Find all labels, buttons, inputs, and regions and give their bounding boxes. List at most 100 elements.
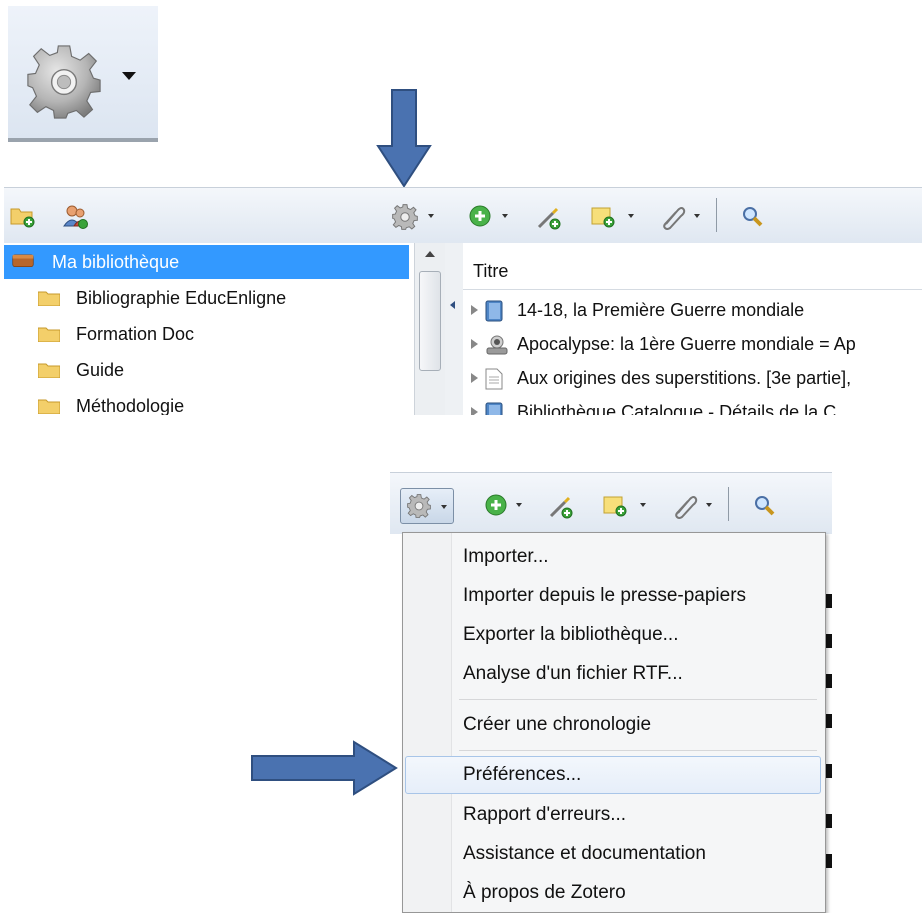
document-icon xyxy=(485,368,503,390)
gear-button-zoomed[interactable] xyxy=(8,6,158,142)
menu-item-rtf-scan[interactable]: Analyse d'un fichier RTF... xyxy=(405,655,821,693)
menu-item-label: Créer une chronologie xyxy=(463,714,652,735)
folder-icon xyxy=(38,399,60,414)
collection-label: Ma bibliothèque xyxy=(52,252,180,272)
scrollbar-thumb[interactable] xyxy=(419,271,441,371)
column-header-title[interactable]: Titre xyxy=(463,253,922,290)
collection-label: Méthodologie xyxy=(76,396,185,415)
new-item-icon[interactable] xyxy=(484,493,508,517)
collection-item[interactable]: Bibliographie EducEnligne xyxy=(4,281,409,315)
menu-item-label: Assistance et documentation xyxy=(463,843,706,864)
menu-item-support-docs[interactable]: Assistance et documentation xyxy=(405,835,821,873)
new-group-icon[interactable] xyxy=(62,204,90,230)
expand-twisty-icon[interactable] xyxy=(471,407,478,415)
collection-item[interactable]: Méthodologie xyxy=(4,389,409,415)
video-icon xyxy=(486,335,508,355)
menu-item-label: Préférences... xyxy=(463,764,582,785)
chevron-down-icon xyxy=(122,72,136,80)
menu-separator xyxy=(459,750,817,751)
background-glyph xyxy=(826,764,832,778)
background-glyph xyxy=(826,634,832,648)
background-glyph xyxy=(826,854,832,868)
menu-item-label: Rapport d'erreurs... xyxy=(463,804,627,825)
new-note-icon[interactable] xyxy=(590,204,616,228)
toolbar xyxy=(4,187,922,245)
menu-item-label: Exporter la bibliothèque... xyxy=(463,624,679,645)
item-row[interactable]: Bibliothèque Catalogue - Détails de la C xyxy=(463,395,922,415)
expand-twisty-icon[interactable] xyxy=(471,339,478,349)
chevron-down-icon xyxy=(706,503,712,507)
background-glyph xyxy=(826,714,832,728)
collapse-arrow-icon[interactable] xyxy=(450,301,455,309)
arrow-down-annotation xyxy=(376,89,432,188)
menu-item-label: Analyse d'un fichier RTF... xyxy=(463,663,683,684)
chevron-down-icon xyxy=(516,503,522,507)
background-glyph xyxy=(826,814,832,828)
toolbar xyxy=(390,472,832,536)
expand-twisty-icon[interactable] xyxy=(471,305,478,315)
actions-gear-button[interactable] xyxy=(400,488,454,524)
chevron-down-icon xyxy=(640,503,646,507)
item-row[interactable]: 14-18, la Première Guerre mondiale xyxy=(463,293,922,327)
new-collection-icon[interactable] xyxy=(10,204,36,228)
collections-pane: Ma bibliothèque Bibliographie EducEnlign… xyxy=(4,243,416,415)
book-icon xyxy=(485,402,503,415)
gear-icon xyxy=(407,494,431,518)
item-title: 14-18, la Première Guerre mondiale xyxy=(517,300,805,320)
chevron-down-icon xyxy=(428,214,434,218)
attachment-icon[interactable] xyxy=(672,493,698,519)
folder-icon xyxy=(38,363,60,378)
collection-my-library[interactable]: Ma bibliothèque xyxy=(4,245,409,279)
actions-dropdown-menu: Importer... Importer depuis le presse-pa… xyxy=(402,532,826,913)
chevron-down-icon xyxy=(502,214,508,218)
item-row[interactable]: Aux origines des superstitions. [3e part… xyxy=(463,361,922,395)
menu-item-import-clipboard[interactable]: Importer depuis le presse-papiers xyxy=(405,577,821,615)
collection-item[interactable]: Formation Doc xyxy=(4,317,409,351)
collection-item[interactable]: Guide xyxy=(4,353,409,387)
attachment-icon[interactable] xyxy=(660,204,686,230)
toolbar-separator xyxy=(716,198,717,232)
menu-item-label: Importer... xyxy=(463,546,549,567)
menu-item-export-library[interactable]: Exporter la bibliothèque... xyxy=(405,616,821,654)
background-glyph xyxy=(826,594,832,608)
collection-label: Guide xyxy=(76,360,125,380)
menu-item-label: À propos de Zotero xyxy=(463,882,626,903)
expand-twisty-icon[interactable] xyxy=(471,373,478,383)
pane-splitter[interactable] xyxy=(445,243,464,415)
menu-item-label: Importer depuis le presse-papiers xyxy=(463,585,747,606)
book-icon xyxy=(485,300,503,322)
gear-icon xyxy=(27,45,101,119)
chevron-down-icon xyxy=(694,214,700,218)
collection-label: Formation Doc xyxy=(76,324,195,344)
menu-item-report-errors[interactable]: Rapport d'erreurs... xyxy=(405,796,821,834)
chevron-down-icon xyxy=(628,214,634,218)
item-title: Apocalypse: la 1ère Guerre mondiale = Ap xyxy=(517,334,856,354)
library-icon xyxy=(12,254,34,267)
background-glyph xyxy=(826,674,832,688)
folder-icon xyxy=(38,327,60,342)
item-row[interactable]: Apocalypse: la 1ère Guerre mondiale = Ap xyxy=(463,327,922,361)
menu-item-create-timeline[interactable]: Créer une chronologie xyxy=(405,706,821,744)
folder-icon xyxy=(38,291,60,306)
actions-gear-icon[interactable] xyxy=(392,204,418,230)
new-item-icon[interactable] xyxy=(468,204,492,228)
new-note-from-url-icon[interactable] xyxy=(536,204,562,230)
menu-item-about-zotero[interactable]: À propos de Zotero xyxy=(405,874,821,912)
column-header-label: Titre xyxy=(473,261,509,281)
item-title: Bibliothèque Catalogue - Détails de la C xyxy=(517,402,837,415)
search-icon[interactable] xyxy=(752,493,776,517)
new-note-from-url-icon[interactable] xyxy=(548,493,574,519)
scroll-up-icon[interactable] xyxy=(425,251,435,257)
actions-menu-screenshot: Importer... Importer depuis le presse-pa… xyxy=(390,472,832,913)
zotero-pane-screenshot: Ma bibliothèque Bibliographie EducEnlign… xyxy=(4,187,922,415)
new-note-icon[interactable] xyxy=(602,493,628,517)
chevron-down-icon xyxy=(441,505,447,509)
menu-separator xyxy=(459,699,817,700)
items-pane: Titre 14-18, la Première Guerre mondiale… xyxy=(463,243,922,415)
menu-item-preferences[interactable]: Préférences... xyxy=(405,756,821,794)
menu-item-import[interactable]: Importer... xyxy=(405,538,821,576)
collections-scrollbar[interactable] xyxy=(414,243,446,415)
search-icon[interactable] xyxy=(740,204,764,228)
toolbar-separator xyxy=(728,487,729,521)
item-title: Aux origines des superstitions. [3e part… xyxy=(517,368,852,388)
